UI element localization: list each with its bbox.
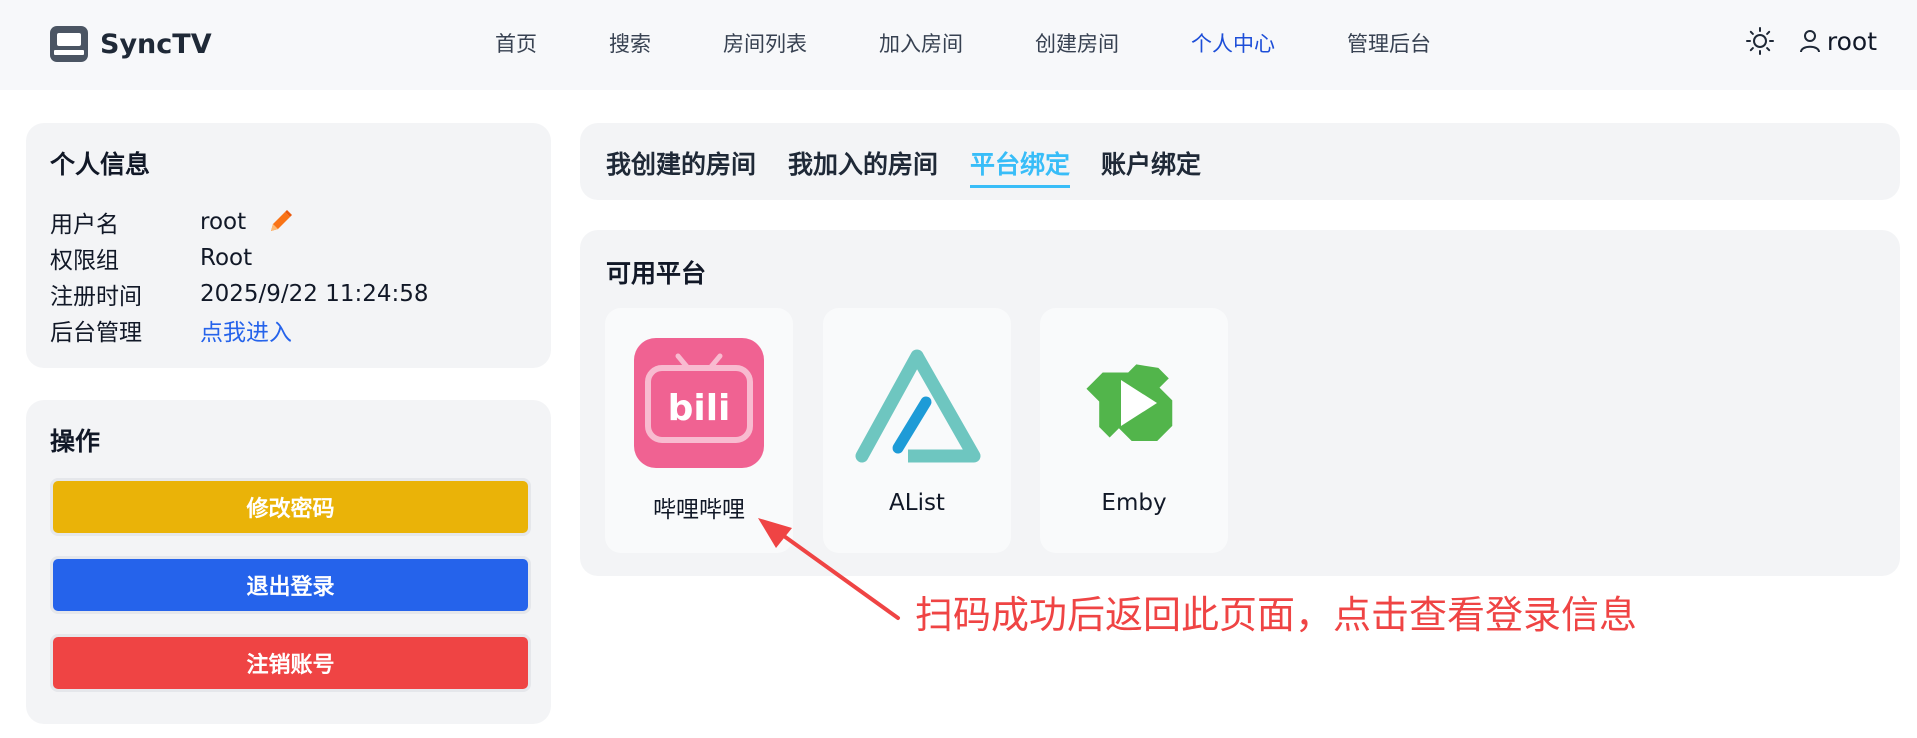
registered-row: 注册时间 2025/9/22 11:24:58 [50, 277, 429, 311]
platforms-title: 可用平台 [606, 259, 707, 288]
synctv-logo-icon [50, 26, 88, 62]
user-menu[interactable]: root [1827, 27, 1877, 56]
registered-value: 2025/9/22 11:24:58 [200, 281, 429, 307]
brand-name: SyncTV [100, 28, 212, 60]
nav-room-list[interactable]: 房间列表 [723, 28, 807, 58]
admin-row: 后台管理 点我进入 [50, 313, 292, 347]
role-value: Root [200, 245, 253, 271]
change-password-button[interactable]: 修改密码 [50, 478, 531, 536]
admin-label: 后台管理 [50, 320, 142, 346]
actions-card: 操作 修改密码 退出登录 注销账号 [26, 400, 551, 724]
header-actions: root [1745, 26, 1877, 56]
main-nav: 首页 搜索 房间列表 加入房间 创建房间 个人中心 管理后台 [495, 28, 1503, 58]
username-label: 用户名 [50, 212, 119, 238]
username-row: 用户名 root [50, 205, 294, 239]
role-row: 权限组 Root [50, 241, 252, 275]
tabs-bar [580, 123, 1900, 200]
alist-icon [855, 349, 981, 463]
registered-label: 注册时间 [50, 284, 142, 310]
tab-account-binding[interactable]: 账户绑定 [1101, 145, 1201, 181]
username-value: root [200, 209, 247, 235]
sun-icon[interactable] [1745, 26, 1775, 56]
platform-label: Emby [1101, 490, 1167, 516]
nav-admin[interactable]: 管理后台 [1347, 28, 1431, 58]
delete-account-button[interactable]: 注销账号 [50, 634, 531, 692]
tab-platform-binding[interactable]: 平台绑定 [970, 145, 1071, 188]
annotation-arrow [758, 518, 900, 620]
nav-home[interactable]: 首页 [495, 28, 537, 58]
brand[interactable]: SyncTV [50, 26, 212, 62]
platform-emby[interactable]: Emby [1040, 308, 1228, 553]
logout-button[interactable]: 退出登录 [50, 556, 531, 614]
role-label: 权限组 [50, 248, 119, 274]
svg-text:bili: bili [668, 388, 731, 429]
emby-icon [1086, 364, 1173, 441]
profile-card: 个人信息 用户名 root 权限组 Root 注册时间 2025/9/22 11… [26, 123, 551, 368]
tab-my-created-rooms[interactable]: 我创建的房间 [606, 145, 756, 181]
nav-search[interactable]: 搜索 [609, 28, 651, 58]
top-navbar: SyncTV 首页 搜索 房间列表 加入房间 创建房间 个人中心 管理后台 ro… [0, 0, 1917, 90]
tab-my-joined-rooms[interactable]: 我加入的房间 [788, 145, 938, 181]
user-icon[interactable] [1799, 29, 1821, 53]
admin-enter-link[interactable]: 点我进入 [200, 313, 292, 347]
pencil-edit-icon[interactable] [266, 208, 294, 236]
nav-create-room[interactable]: 创建房间 [1035, 28, 1119, 58]
profile-title: 个人信息 [50, 150, 151, 179]
nav-join-room[interactable]: 加入房间 [879, 28, 963, 58]
annotation-text: 扫码成功后返回此页面，点击查看登录信息 [915, 593, 1638, 637]
bilibili-icon: bili [634, 338, 764, 468]
nav-user-center[interactable]: 个人中心 [1191, 28, 1275, 58]
actions-title: 操作 [50, 427, 101, 456]
